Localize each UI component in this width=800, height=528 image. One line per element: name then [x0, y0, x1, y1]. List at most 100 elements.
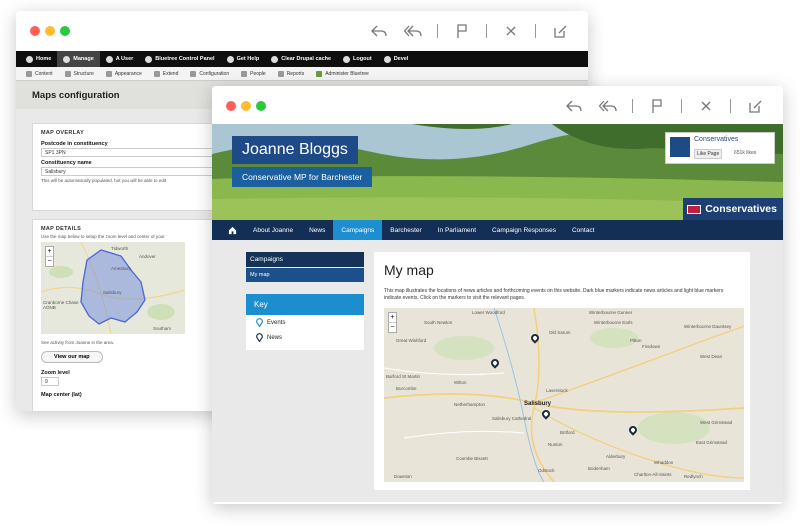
edit-icon[interactable]	[550, 21, 570, 41]
gear-icon	[383, 55, 391, 63]
map-label: Odstock	[538, 468, 555, 473]
subbar-configuration[interactable]: Configuration	[184, 70, 235, 77]
edit-icon[interactable]	[745, 96, 765, 116]
toolbar-label: Get Help	[236, 56, 260, 62]
zoom-level-input[interactable]: 9	[41, 377, 59, 386]
constituency-input[interactable]: Salisbury	[41, 167, 213, 176]
map-label: Alderbury	[606, 454, 626, 459]
toolbar-devel[interactable]: Devel	[378, 51, 415, 67]
nav-barchester[interactable]: Barchester	[382, 220, 429, 240]
toolbar-help[interactable]: Get Help	[221, 51, 266, 67]
divider	[632, 99, 633, 113]
subbar-bluetree[interactable]: Administer Bluetree	[310, 70, 375, 77]
subbar-extend[interactable]: Extend	[148, 70, 185, 77]
nav-in-parliament[interactable]: In Parliament	[430, 220, 484, 240]
structure-icon	[64, 70, 71, 77]
sidebar: Campaigns My map Key Events News	[246, 252, 364, 350]
like-page-button[interactable]: Like Page	[694, 149, 723, 159]
map-label: Winterbourne Dauntsey	[684, 324, 732, 329]
postcode-input[interactable]: SP1 3PN	[41, 148, 213, 157]
toolbar-manage[interactable]: Manage	[57, 51, 100, 67]
subbar-appearance[interactable]: Appearance	[100, 70, 148, 77]
nav-news[interactable]: News	[301, 220, 333, 240]
subbar-label: Administer Bluetree	[325, 70, 369, 77]
map-label: Salisbury	[103, 290, 122, 295]
map-label: Southam	[153, 326, 172, 331]
reply-all-icon[interactable]	[598, 96, 618, 116]
constituency-map[interactable]: + − Tidworth Andover Amesbury Salisbury …	[41, 242, 185, 334]
subbar-content[interactable]: Content	[20, 70, 59, 77]
user-icon	[105, 55, 113, 63]
sidebar-heading[interactable]: Campaigns	[246, 252, 364, 267]
map-label: Firsdown	[642, 344, 661, 349]
minimize-window-button[interactable]	[45, 26, 55, 36]
map-label: East Grimstead	[696, 440, 728, 445]
map-label: Great Wishford	[396, 338, 427, 343]
window-chrome	[16, 11, 588, 51]
minimize-window-button[interactable]	[241, 101, 251, 111]
zoom-out-button[interactable]: −	[389, 322, 396, 332]
site-window: Joanne Bloggs Conservative MP for Barche…	[212, 86, 783, 504]
toolbar-label: Manage	[73, 56, 94, 62]
home-icon	[228, 226, 237, 234]
event-marker-icon	[256, 318, 263, 327]
map-label: Britford	[560, 430, 575, 435]
subbar-people[interactable]: People	[235, 70, 272, 77]
subbar-label: Reports	[286, 70, 305, 77]
section-heading: MAP OVERLAY	[41, 130, 85, 136]
admin-subbar: Content Structure Appearance Extend Conf…	[16, 67, 588, 81]
site-nav: About Joanne News Campaigns Barchester I…	[212, 220, 783, 240]
reply-icon[interactable]	[369, 21, 389, 41]
zoom-out-button[interactable]: −	[46, 256, 53, 266]
map-label: Salisbury	[524, 401, 552, 407]
map-graphic	[41, 242, 185, 334]
zoom-in-button[interactable]: +	[46, 247, 53, 256]
divider	[437, 24, 438, 38]
map-label: Laverstock	[546, 388, 568, 393]
view-map-button[interactable]: View our map	[41, 351, 103, 363]
map-key: Key Events News	[246, 294, 364, 350]
toolbar-home[interactable]: Home	[20, 51, 57, 67]
divider	[535, 24, 536, 38]
close-icon[interactable]	[501, 21, 521, 41]
toolbar-clear-cache[interactable]: Clear Drupal cache	[265, 51, 337, 67]
facebook-page-name[interactable]: Conservatives	[694, 136, 738, 143]
close-window-button[interactable]	[30, 26, 40, 36]
nav-about[interactable]: About Joanne	[245, 220, 301, 240]
field-label: Constituency name	[41, 160, 92, 166]
map-label: Lower Woodford	[472, 310, 505, 315]
reply-all-icon[interactable]	[403, 21, 423, 41]
map-label: Whaddon	[654, 460, 674, 465]
maximize-window-button[interactable]	[256, 101, 266, 111]
close-window-button[interactable]	[226, 101, 236, 111]
nav-campaigns[interactable]: Campaigns	[333, 220, 383, 240]
maximize-window-button[interactable]	[60, 26, 70, 36]
activity-map[interactable]: + − Lower Woodford Winterbourne Gunner S…	[384, 308, 744, 482]
conservatives-logo	[670, 137, 690, 157]
subbar-structure[interactable]: Structure	[59, 70, 100, 77]
activity-text: See activity from Joanne in the area.	[41, 340, 115, 345]
map-label: West Grimstead	[700, 420, 733, 425]
subbar-label: Appearance	[114, 70, 142, 77]
close-icon[interactable]	[696, 96, 716, 116]
nav-home[interactable]	[220, 220, 245, 240]
map-label: Winterbourne Earls	[594, 320, 633, 325]
field-label: Postcode in constituency	[41, 141, 108, 147]
map-zoom-controls: + −	[45, 246, 54, 267]
toolbar-control-panel[interactable]: Bluetree Control Panel	[139, 51, 220, 67]
sidebar-item-my-map[interactable]: My map	[246, 268, 364, 282]
toolbar-logout[interactable]: Logout	[337, 51, 378, 67]
nav-contact[interactable]: Contact	[564, 220, 602, 240]
divider	[681, 99, 682, 113]
reply-icon[interactable]	[564, 96, 584, 116]
mp-name: Joanne Bloggs	[232, 136, 358, 164]
flag-icon[interactable]	[452, 21, 472, 41]
refresh-icon	[271, 55, 279, 63]
key-events: Events	[246, 315, 364, 330]
subbar-reports[interactable]: Reports	[272, 70, 311, 77]
map-label: Barford St Martin	[386, 374, 421, 379]
flag-icon[interactable]	[647, 96, 667, 116]
toolbar-user[interactable]: A User	[100, 51, 140, 67]
zoom-in-button[interactable]: +	[389, 313, 396, 322]
nav-campaign-responses[interactable]: Campaign Responses	[484, 220, 564, 240]
